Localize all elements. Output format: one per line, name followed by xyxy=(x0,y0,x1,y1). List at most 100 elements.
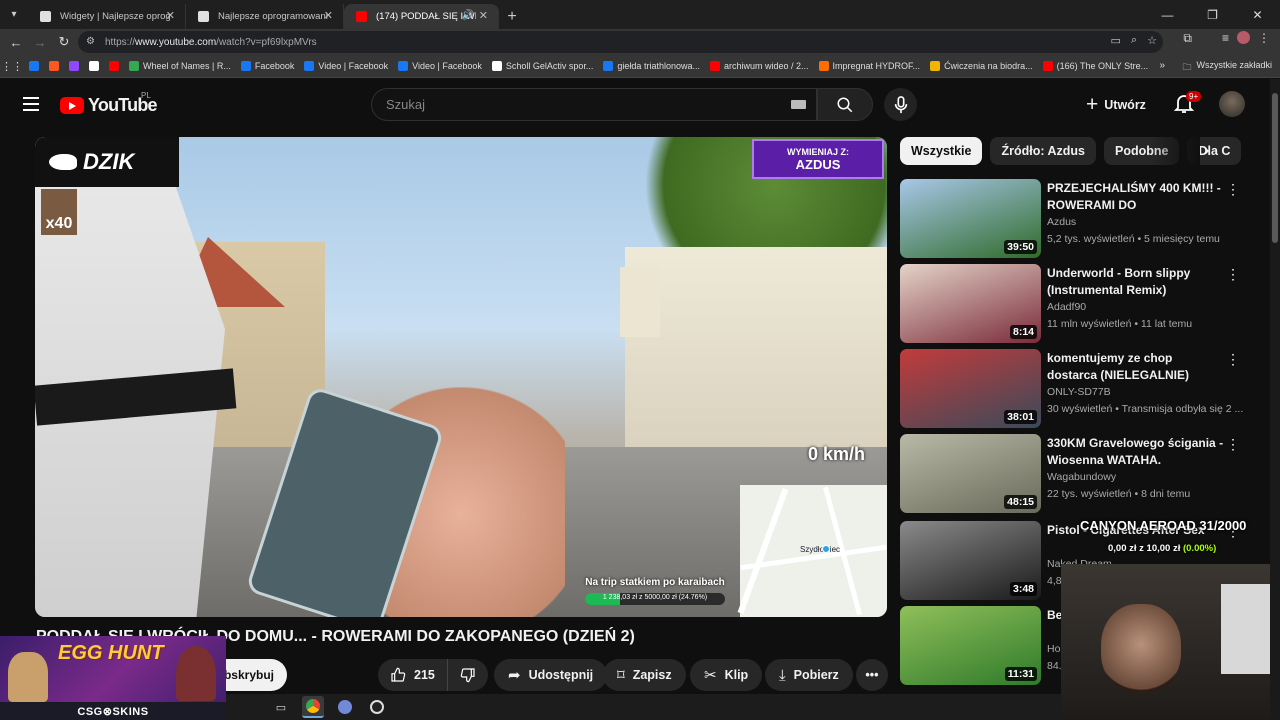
recommendation-channel[interactable]: Wagabundowy xyxy=(1047,471,1116,483)
bookmark-item[interactable]: Wheel of Names | R... xyxy=(124,61,236,71)
video-player[interactable]: DZIK x40 WYMIENIAJ Z: AZDUS 0 km/h Szydł… xyxy=(35,137,887,617)
bookmark-favicon-icon xyxy=(491,61,502,71)
recommendation-thumbnail[interactable]: 11:31 xyxy=(900,606,1041,685)
more-vertical-icon[interactable]: ⋮ xyxy=(1226,351,1240,368)
csgoskins-brand: CSG⊗SKINS xyxy=(0,702,226,720)
like-button[interactable]: 215 xyxy=(378,659,448,691)
account-avatar[interactable] xyxy=(1219,91,1245,117)
recommendation-channel[interactable]: Adadf90 xyxy=(1047,301,1086,313)
minimize-icon[interactable]: — xyxy=(1145,0,1190,29)
clip-button[interactable]: ✂ Klip xyxy=(690,659,763,691)
page-scrollbar[interactable] xyxy=(1270,79,1280,720)
bookmark-item[interactable]: archiwum wideo / 2... xyxy=(705,61,814,71)
bookmark-item[interactable]: (166) The ONLY Stre... xyxy=(1038,61,1154,71)
bookmark-label: Scholl GelActiv spor... xyxy=(505,61,594,71)
recommendation-item[interactable]: 8:14 Underworld - Born slippy (Instrument… xyxy=(900,264,1265,344)
search-button[interactable] xyxy=(817,88,873,121)
back-icon[interactable]: ← xyxy=(4,30,28,54)
restore-icon[interactable]: ❐ xyxy=(1190,0,1235,29)
bookmark-item[interactable] xyxy=(24,61,44,71)
discord-icon[interactable] xyxy=(334,696,356,718)
recommendation-title[interactable]: Underworld - Born slippy (Instrumental R… xyxy=(1047,265,1225,299)
more-vertical-icon[interactable]: ⋮ xyxy=(1226,436,1240,453)
create-button[interactable]: + Utwórz xyxy=(1078,89,1166,120)
recommendation-thumbnail[interactable]: 39:50 xyxy=(900,179,1041,258)
canyon-amount: 0,00 zł z 10,00 zł xyxy=(1108,543,1181,554)
recommendation-thumbnail[interactable]: 48:15 xyxy=(900,434,1041,513)
speaker-icon[interactable]: 🔊 xyxy=(462,10,474,21)
browser-menu-icon[interactable]: ⋮ xyxy=(1258,31,1270,46)
more-actions-button[interactable]: ••• xyxy=(856,659,888,691)
new-tab-button[interactable]: + xyxy=(499,4,525,29)
recommendation-thumbnail[interactable]: 8:14 xyxy=(900,264,1041,343)
bookmark-item[interactable]: Scholl GelActiv spor... xyxy=(487,61,599,71)
map-road xyxy=(737,487,789,615)
bookmark-favicon-icon xyxy=(129,61,139,71)
save-button[interactable]: ⌑ Zapisz xyxy=(603,659,686,691)
recommendation-item[interactable]: 48:15 330KM Gravelowego ścigania - Wiosen… xyxy=(900,434,1265,514)
search-input[interactable]: Szukaj xyxy=(371,88,817,121)
browser-tab-active[interactable]: (174) PODDAŁ SIĘ I WRÓCIŁ 🔊 ✕ xyxy=(344,4,499,29)
recommendation-channel[interactable]: Azdus xyxy=(1047,216,1076,228)
more-vertical-icon[interactable]: ⋮ xyxy=(1226,266,1240,283)
tab-search-dropdown[interactable]: ▾ xyxy=(0,0,28,29)
close-tab-icon[interactable]: ✕ xyxy=(166,9,175,22)
profile-icon[interactable] xyxy=(1237,31,1250,44)
browser-tab[interactable]: Najlepsze oprogramowanie do ✕ xyxy=(186,4,344,29)
recommendation-title[interactable]: komentujemy ze chop dostarca (NIELEGALNI… xyxy=(1047,350,1225,384)
share-label: Udostępnij xyxy=(528,668,594,682)
duration-badge: 39:50 xyxy=(1004,240,1037,254)
bookmark-item[interactable]: Ćwiczenia na biodra... xyxy=(925,61,1038,71)
browser-tab[interactable]: Widgety | Najlepsze oprogramowanie ✕ xyxy=(28,4,186,29)
bookmark-item[interactable] xyxy=(84,61,104,71)
forward-icon[interactable]: → xyxy=(28,30,52,54)
share-button[interactable]: ➦ Udostępnij xyxy=(494,659,608,691)
keyboard-icon[interactable] xyxy=(791,100,806,109)
voice-search-button[interactable] xyxy=(884,88,917,121)
all-bookmarks-button[interactable]: 🗀 Wszystkie zakładki xyxy=(1182,60,1272,76)
site-info-icon[interactable]: ⚙ xyxy=(86,36,98,48)
obs-icon[interactable] xyxy=(366,696,388,718)
recommendation-item[interactable]: 39:50 PRZEJECHALIŚMY 400 KM!!! - ROWERAMI… xyxy=(900,179,1265,259)
recommendation-item[interactable]: 38:01 komentujemy ze chop dostarca (NIELE… xyxy=(900,349,1265,429)
search-placeholder: Szukaj xyxy=(386,97,426,112)
scrollbar-thumb[interactable] xyxy=(1272,93,1278,243)
chevron-right-icon[interactable]: › xyxy=(1204,142,1209,160)
reload-icon[interactable]: ↻ xyxy=(52,30,76,54)
bookmark-item[interactable]: Impregnat HYDROF... xyxy=(814,61,926,71)
close-window-icon[interactable]: ✕ xyxy=(1235,0,1280,29)
bookmark-item[interactable] xyxy=(64,61,84,71)
terminal-icon[interactable]: ▭ xyxy=(270,696,292,718)
bookmark-item[interactable] xyxy=(104,61,124,71)
zoom-icon[interactable]: ⌕ xyxy=(1131,34,1137,47)
more-bookmarks-icon[interactable]: » xyxy=(1159,60,1165,71)
extensions-icon[interactable]: ⧉ xyxy=(1183,31,1192,46)
recommendation-thumbnail[interactable]: 38:01 xyxy=(900,349,1041,428)
close-tab-icon[interactable]: ✕ xyxy=(324,9,333,22)
bookmark-item[interactable] xyxy=(44,61,64,71)
chip-source[interactable]: Źródło: Azdus xyxy=(990,137,1097,165)
recommendation-thumbnail[interactable]: 3:48 xyxy=(900,521,1041,600)
bookmark-item[interactable]: Video | Facebook xyxy=(299,61,393,71)
hamburger-menu-icon[interactable] xyxy=(23,97,39,111)
close-tab-icon[interactable]: ✕ xyxy=(479,9,488,22)
dislike-button[interactable] xyxy=(448,659,488,691)
bookmark-item[interactable]: Facebook xyxy=(236,61,300,71)
more-vertical-icon[interactable]: ⋮ xyxy=(1226,181,1240,198)
bookmark-item[interactable]: giełda triathlonowa... xyxy=(598,61,705,71)
apps-grid-icon[interactable]: ⋮⋮ xyxy=(0,60,24,73)
media-control-icon[interactable]: ≡ xyxy=(1222,31,1229,46)
share-arrow-icon: ➦ xyxy=(508,667,521,684)
bookmark-star-icon[interactable]: ☆ xyxy=(1147,34,1157,47)
recommendation-title[interactable]: 330KM Gravelowego ścigania - Wiosenna WA… xyxy=(1047,435,1225,469)
chip-all[interactable]: Wszystkie xyxy=(900,137,983,165)
download-button[interactable]: ⤓ Pobierz xyxy=(765,659,853,691)
recommendation-title[interactable]: PRZEJECHALIŚMY 400 KM!!! - ROWERAMI DO Z… xyxy=(1047,180,1225,214)
donation-goal-overlay: Na trip statkiem po karaibach 1 238,03 z… xyxy=(575,577,735,605)
recommendation-channel[interactable]: ONLY-SD77B xyxy=(1047,386,1111,398)
bookmark-item[interactable]: Video | Facebook xyxy=(393,61,487,71)
chrome-icon[interactable] xyxy=(302,696,324,718)
cast-icon[interactable]: ▭ xyxy=(1111,34,1121,47)
address-bar[interactable]: ⚙ https://www.youtube.com/watch?v=pf69lx… xyxy=(78,31,1163,53)
window-controls: — ❐ ✕ xyxy=(1145,0,1280,29)
